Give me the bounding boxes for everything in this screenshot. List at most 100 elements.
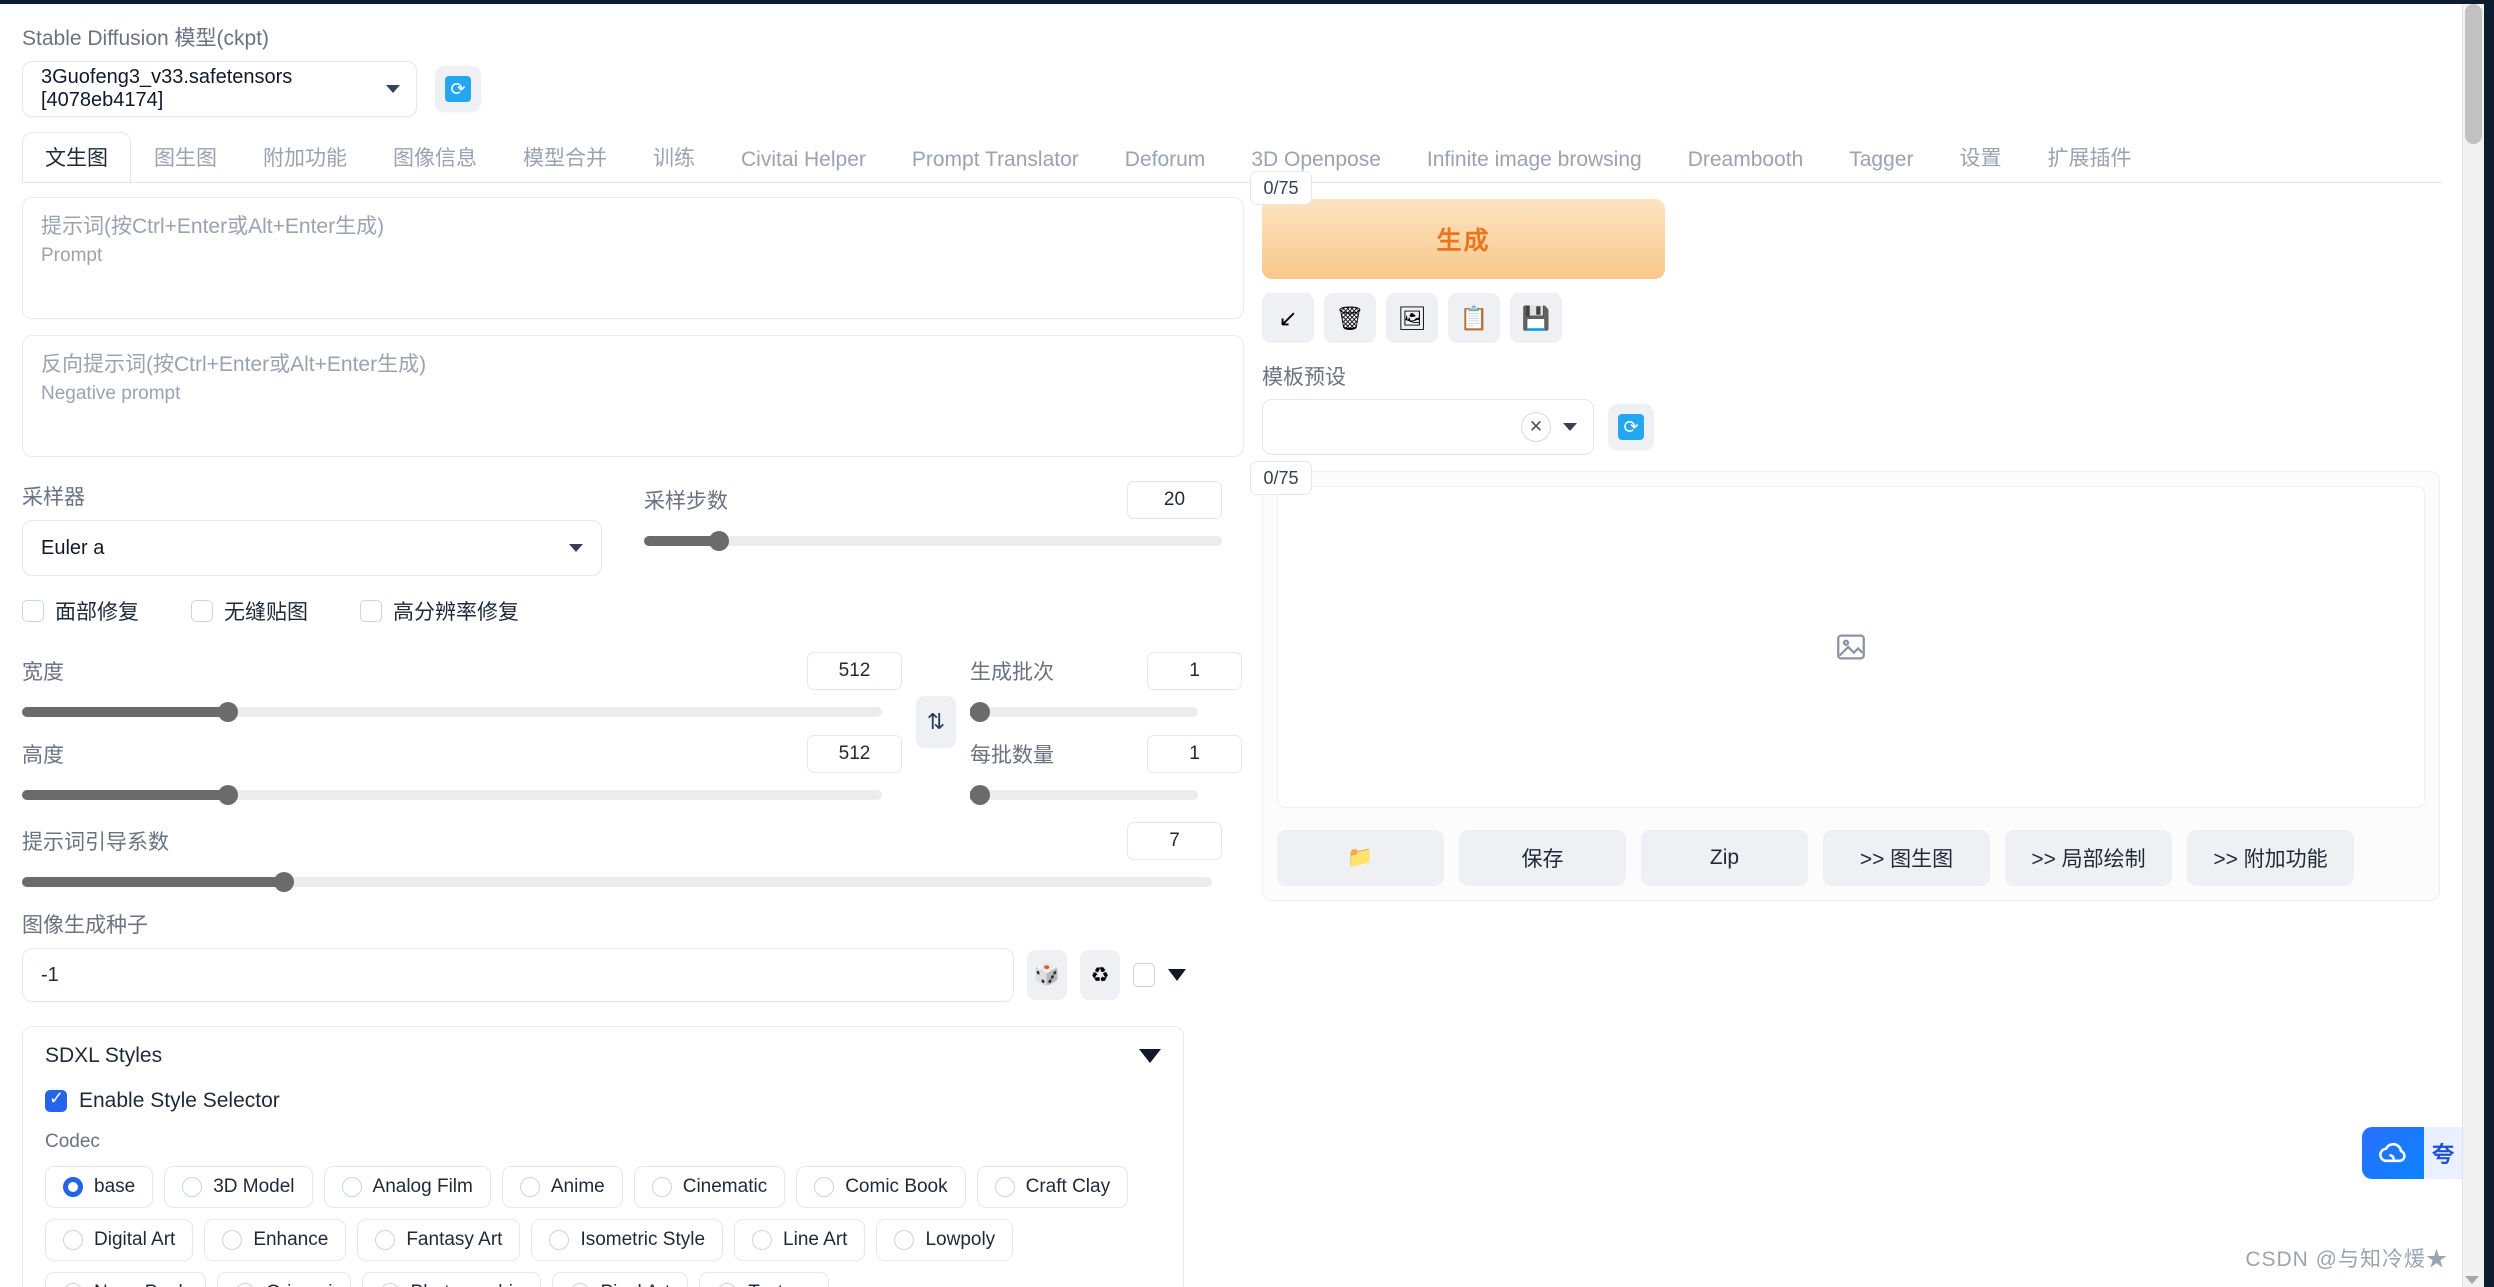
tab-4[interactable]: 模型合并	[500, 132, 630, 183]
tab-11[interactable]: Dreambooth	[1665, 138, 1827, 183]
swap-dimensions-button[interactable]: ⇅	[916, 696, 956, 748]
trash-button[interactable]: 🗑	[1324, 293, 1376, 343]
style-option-isometric-style[interactable]: Isometric Style	[531, 1219, 724, 1261]
style-option-photographic[interactable]: Photographic	[361, 1272, 541, 1287]
seed-expand-triangle-icon[interactable]	[1168, 969, 1186, 981]
cfg-value-input[interactable]: 7	[1127, 822, 1222, 860]
arrow-down-left-button[interactable]: ↙	[1262, 293, 1314, 343]
batch-count-value-input[interactable]: 1	[1147, 652, 1242, 690]
width-value-input[interactable]: 512	[807, 652, 902, 690]
refresh-presets-button[interactable]: ⟳	[1608, 404, 1654, 450]
height-slider[interactable]	[22, 785, 882, 805]
radio-icon[interactable]	[549, 1230, 570, 1250]
batch-size-slider-knob[interactable]	[970, 785, 990, 805]
open-folder-button[interactable]: 📁	[1277, 830, 1444, 886]
send-to-extras-button[interactable]: >> 附加功能	[2187, 830, 2354, 886]
checkbox-box-1[interactable]	[191, 600, 213, 622]
radio-icon[interactable]	[379, 1283, 400, 1287]
style-option-analog-film[interactable]: Analog Film	[323, 1166, 491, 1208]
save-button[interactable]: 保存	[1459, 830, 1626, 886]
style-option-anime[interactable]: Anime	[501, 1166, 623, 1208]
steps-value-input[interactable]: 20	[1127, 481, 1222, 519]
tab-6[interactable]: Civitai Helper	[718, 138, 889, 183]
radio-icon[interactable]	[569, 1283, 590, 1287]
negative-prompt-input[interactable]: 反向提示词(按Ctrl+Enter或Alt+Enter生成) Negative …	[22, 335, 1244, 457]
tab-3[interactable]: 图像信息	[370, 132, 500, 183]
seed-input[interactable]: -1	[22, 948, 1014, 1002]
page-scrollbar-thumb[interactable]	[2465, 4, 2482, 144]
radio-icon[interactable]	[182, 1177, 203, 1197]
radio-icon[interactable]	[341, 1177, 362, 1197]
style-option-neon-punk[interactable]: Neon Punk	[45, 1272, 207, 1287]
floppy-save-button[interactable]: 💾	[1510, 293, 1562, 343]
radio-icon[interactable]	[994, 1177, 1015, 1197]
sdxl-styles-header[interactable]: SDXL Styles	[23, 1027, 1183, 1085]
model-dropdown[interactable]: 3Guofeng3_v33.safetensors [4078eb4174]	[22, 61, 417, 117]
style-option-3d-model[interactable]: 3D Model	[164, 1166, 313, 1208]
steps-slider-knob[interactable]	[709, 531, 730, 551]
radio-icon[interactable]	[717, 1283, 738, 1287]
style-option-fantasy-art[interactable]: Fantasy Art	[357, 1219, 521, 1261]
style-option-base[interactable]: base	[45, 1166, 154, 1208]
steps-slider[interactable]	[644, 531, 1222, 551]
enable-style-selector-checkbox[interactable]	[45, 1088, 67, 1112]
tab-5[interactable]: 训练	[630, 132, 718, 183]
clipboard-button[interactable]: 📋	[1448, 293, 1500, 343]
tab-13[interactable]: 设置	[1936, 132, 2024, 183]
scroll-down-arrow-icon[interactable]	[2465, 1276, 2479, 1284]
chevron-down-icon[interactable]	[1139, 1049, 1161, 1063]
height-value-input[interactable]: 512	[807, 735, 902, 773]
radio-icon[interactable]	[235, 1283, 256, 1287]
send-to-img2img-button[interactable]: >> 图生图	[1823, 830, 1990, 886]
style-image-button[interactable]: 🖼	[1386, 293, 1438, 343]
style-option-digital-art[interactable]: Digital Art	[45, 1219, 194, 1261]
prompt-input[interactable]: 提示词(按Ctrl+Enter或Alt+Enter生成) Prompt	[22, 197, 1244, 319]
style-option-cinematic[interactable]: Cinematic	[633, 1166, 786, 1208]
radio-icon[interactable]	[752, 1230, 773, 1250]
radio-icon[interactable]	[519, 1177, 540, 1197]
cfg-slider[interactable]	[22, 872, 1212, 892]
clear-preset-icon[interactable]: ✕	[1521, 412, 1551, 442]
tab-14[interactable]: 扩展插件	[2024, 132, 2154, 183]
width-slider-knob[interactable]	[218, 702, 239, 722]
height-slider-knob[interactable]	[218, 785, 239, 805]
tab-8[interactable]: Deforum	[1102, 138, 1229, 183]
radio-icon[interactable]	[814, 1177, 835, 1197]
output-gallery-placeholder[interactable]	[1277, 486, 2425, 808]
radio-icon[interactable]	[894, 1230, 915, 1250]
preset-dropdown[interactable]: ✕	[1262, 399, 1594, 455]
tab-0[interactable]: 文生图	[22, 132, 131, 183]
tab-12[interactable]: Tagger	[1826, 138, 1936, 183]
radio-icon[interactable]	[651, 1177, 672, 1197]
tab-1[interactable]: 图生图	[131, 132, 240, 183]
batch-count-slider[interactable]	[970, 702, 1198, 722]
send-to-inpaint-button[interactable]: >> 局部绘制	[2005, 830, 2172, 886]
checkbox-item-2[interactable]: 高分辨率修复	[360, 596, 519, 626]
refresh-models-button[interactable]: ⟳	[435, 66, 481, 112]
batch-count-slider-knob[interactable]	[970, 702, 990, 722]
checkbox-item-1[interactable]: 无缝贴图	[191, 596, 308, 626]
checkbox-item-0[interactable]: 面部修复	[22, 596, 139, 626]
cloud-drive-widget[interactable]: 夸	[2361, 1127, 2462, 1179]
cfg-slider-knob[interactable]	[273, 872, 294, 892]
radio-icon[interactable]	[222, 1230, 243, 1250]
radio-icon[interactable]	[375, 1230, 396, 1250]
radio-icon[interactable]	[63, 1177, 83, 1197]
tab-10[interactable]: Infinite image browsing	[1404, 138, 1665, 183]
style-option-enhance[interactable]: Enhance	[204, 1219, 347, 1261]
radio-icon[interactable]	[63, 1230, 83, 1250]
checkbox-box-2[interactable]	[360, 600, 382, 622]
page-scrollbar[interactable]	[2462, 0, 2484, 1287]
style-option-pixel-art[interactable]: Pixel Art	[551, 1272, 689, 1287]
enable-style-selector-row[interactable]: Enable Style Selector	[45, 1088, 1161, 1113]
batch-size-slider[interactable]	[970, 785, 1198, 805]
radio-icon[interactable]	[63, 1283, 83, 1287]
style-option-comic-book[interactable]: Comic Book	[796, 1166, 966, 1208]
style-option-line-art[interactable]: Line Art	[734, 1219, 866, 1261]
style-option-texture[interactable]: Texture	[699, 1272, 829, 1287]
width-slider[interactable]	[22, 702, 882, 722]
tab-2[interactable]: 附加功能	[240, 132, 370, 183]
style-option-lowpoly[interactable]: Lowpoly	[876, 1219, 1014, 1261]
reuse-seed-button[interactable]: ♻	[1080, 950, 1120, 1000]
tab-7[interactable]: Prompt Translator	[889, 138, 1102, 183]
